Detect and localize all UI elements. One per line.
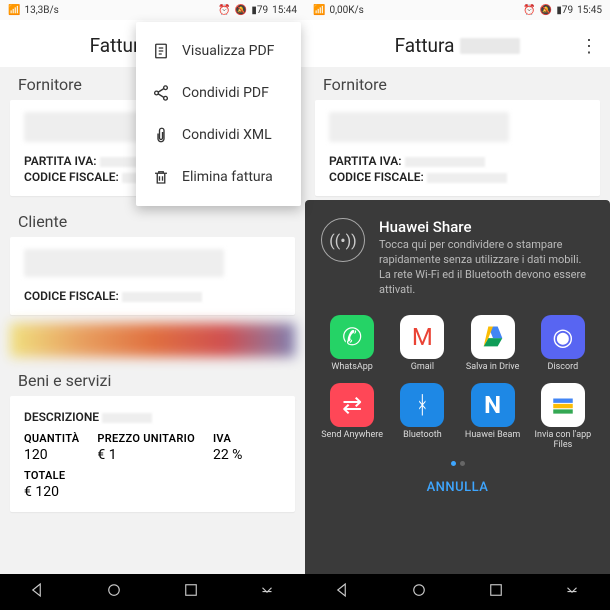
goods-label: Beni e servizi: [0, 363, 305, 396]
app-header: Fattura ⋮: [305, 20, 610, 67]
taxcode-line: CODICE FISCALE:: [329, 170, 586, 184]
total-value: € 120: [24, 484, 65, 500]
line-item-table: QUANTITÀ 120 PREZZO UNITARIO € 1 IVA 22 %: [24, 432, 281, 463]
nav-home[interactable]: [410, 581, 428, 603]
mute-icon: 🔕: [540, 5, 552, 16]
nav-recents[interactable]: [487, 581, 505, 603]
nav-home[interactable]: [105, 581, 123, 603]
share-app-sendanywhere[interactable]: ⇄Send Anywhere: [321, 383, 383, 451]
alarm-icon: ⏰: [218, 5, 230, 16]
description-label: DESCRIZIONE: [24, 410, 281, 424]
android-navbar: [305, 574, 610, 610]
phone-left: 📶 13,3B/s ⏰ 🔕 ▮79 15:44 Fattura Fornitor…: [0, 0, 305, 610]
redacted-supplier: [329, 112, 509, 142]
qty-value: 120: [24, 447, 79, 463]
share-sheet: ((•)) Huawei Share Tocca qui per condivi…: [305, 200, 610, 574]
cancel-button[interactable]: ANNULLA: [321, 466, 594, 501]
menu-label: Condividi PDF: [182, 85, 269, 101]
document-icon: [152, 42, 170, 60]
huawei-share-desc: Tocca qui per condividere o stampare rap…: [379, 238, 594, 297]
share-app-gmail[interactable]: MGmail: [391, 315, 453, 373]
android-navbar: [0, 574, 305, 610]
page-title: Fattura: [395, 34, 455, 57]
qty-header: QUANTITÀ: [24, 432, 79, 445]
files-icon: [541, 383, 585, 427]
status-bar: 📶 13,3B/s ⏰ 🔕 ▮79 15:44: [0, 0, 305, 20]
menu-share-xml[interactable]: Condividi XML: [136, 114, 301, 156]
trash-icon: [152, 168, 170, 186]
sendanywhere-icon: ⇄: [330, 383, 374, 427]
client-card: CODICE FISCALE:: [10, 237, 295, 315]
signal-icon: 📶: [8, 5, 20, 16]
menu-label: Elimina fattura: [182, 169, 273, 185]
supplier-label: Fornitore: [305, 67, 610, 100]
mute-icon: 🔕: [235, 5, 247, 16]
clock: 15:44: [272, 5, 297, 16]
nfc-icon: N: [471, 383, 515, 427]
share-app-whatsapp[interactable]: ✆WhatsApp: [321, 315, 383, 373]
signal-icon: 📶: [313, 5, 325, 16]
bluetooth-icon: ᚼ: [400, 383, 444, 427]
vat-line: PARTITA IVA:: [329, 154, 586, 168]
overflow-button[interactable]: ⋮: [580, 36, 598, 57]
redacted-client: [24, 249, 224, 277]
menu-label: Visualizza PDF: [182, 43, 274, 59]
nav-down[interactable]: [258, 581, 276, 603]
supplier-card: PARTITA IVA: CODICE FISCALE:: [315, 100, 600, 196]
iva-header: IVA: [213, 432, 242, 445]
goods-card: DESCRIZIONE QUANTITÀ 120 PREZZO UNITARIO €…: [10, 396, 295, 512]
huawei-share-row[interactable]: ((•)) Huawei Share Tocca qui per condivi…: [321, 218, 594, 297]
nav-back[interactable]: [29, 581, 47, 603]
whatsapp-icon: ✆: [330, 315, 374, 359]
share-app-grid: ✆WhatsApp MGmail Salva in Drive ◉Discord…: [321, 315, 594, 451]
status-bar: 📶 0,00K/s ⏰ 🔕 ▮79 15:45: [305, 0, 610, 20]
share-icon: [152, 84, 170, 102]
price-value: € 1: [97, 447, 195, 463]
menu-delete-invoice[interactable]: Elimina fattura: [136, 156, 301, 198]
phone-right: 📶 0,00K/s ⏰ 🔕 ▮79 15:45 Fattura ⋮ Fornit…: [305, 0, 610, 610]
total-header: TOTALE: [24, 469, 65, 482]
redacted-invoice-id: [460, 38, 520, 54]
share-app-huawei-beam[interactable]: NHuawei Beam: [462, 383, 524, 451]
share-app-bluetooth[interactable]: ᚼBluetooth: [391, 383, 453, 451]
alarm-icon: ⏰: [523, 5, 535, 16]
drive-icon: [471, 315, 515, 359]
iva-value: 22 %: [213, 447, 242, 463]
price-header: PREZZO UNITARIO: [97, 432, 195, 445]
overflow-menu: Visualizza PDF Condividi PDF Condividi X…: [136, 22, 301, 206]
client-taxcode-line: CODICE FISCALE:: [24, 289, 281, 303]
redacted-color-bar: [10, 323, 295, 357]
menu-label: Condividi XML: [182, 127, 272, 143]
huawei-share-title: Huawei Share: [379, 218, 594, 236]
battery-icon: ▮79: [556, 5, 573, 16]
nav-down[interactable]: [563, 581, 581, 603]
client-label: Cliente: [0, 204, 305, 237]
battery-icon: ▮79: [251, 5, 268, 16]
share-app-files[interactable]: Invia con l'app Files: [532, 383, 594, 451]
menu-view-pdf[interactable]: Visualizza PDF: [136, 30, 301, 72]
data-rate: 13,3B/s: [24, 5, 58, 16]
clock: 15:45: [577, 5, 602, 16]
menu-share-pdf[interactable]: Condividi PDF: [136, 72, 301, 114]
gmail-icon: M: [400, 315, 444, 359]
discord-icon: ◉: [541, 315, 585, 359]
attachment-icon: [152, 126, 170, 144]
share-app-drive[interactable]: Salva in Drive: [462, 315, 524, 373]
huawei-share-icon: ((•)): [321, 218, 365, 262]
data-rate: 0,00K/s: [329, 5, 363, 16]
nav-back[interactable]: [334, 581, 352, 603]
nav-recents[interactable]: [182, 581, 200, 603]
share-app-discord[interactable]: ◉Discord: [532, 315, 594, 373]
